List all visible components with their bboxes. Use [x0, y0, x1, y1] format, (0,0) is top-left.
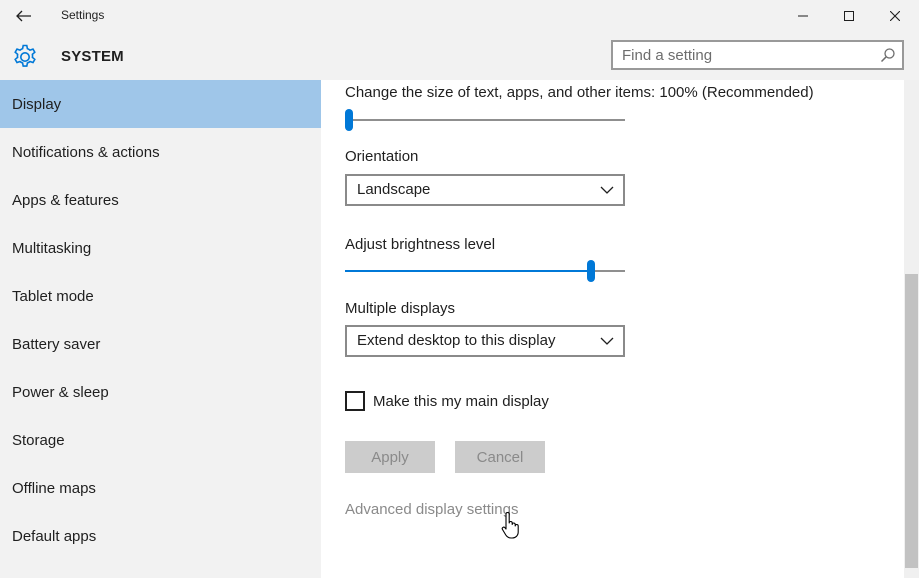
settings-header: SYSTEM: [0, 32, 919, 80]
multiple-displays-label: Multiple displays: [345, 300, 456, 317]
cancel-button-label: Cancel: [476, 448, 524, 466]
advanced-display-settings-link[interactable]: Advanced display settings: [345, 501, 518, 518]
scale-slider-track: [345, 119, 625, 121]
sidebar-item-label: Display: [12, 95, 62, 113]
minimize-button[interactable]: [780, 0, 826, 32]
close-button[interactable]: [872, 0, 918, 32]
sidebar-item-tablet-mode[interactable]: Tablet mode: [0, 272, 321, 320]
main-display-checkbox[interactable]: [345, 391, 365, 411]
search-icon[interactable]: [880, 47, 896, 63]
minimize-icon: [798, 15, 808, 17]
cancel-button[interactable]: Cancel: [455, 441, 545, 473]
close-icon: [890, 11, 900, 21]
search-box[interactable]: [611, 40, 904, 70]
sidebar-item-offline-maps[interactable]: Offline maps: [0, 464, 321, 512]
brightness-slider-fill: [345, 270, 591, 272]
chevron-down-icon: [600, 337, 614, 345]
sidebar-item-label: Tablet mode: [12, 287, 94, 305]
sidebar: Display Notifications & actions Apps & f…: [0, 80, 321, 578]
orientation-label: Orientation: [345, 148, 419, 165]
sidebar-item-label: Storage: [12, 431, 65, 449]
main-display-label[interactable]: Make this my main display: [373, 393, 549, 410]
sidebar-item-power-sleep[interactable]: Power & sleep: [0, 368, 321, 416]
sidebar-item-label: Apps & features: [12, 191, 119, 209]
apply-button[interactable]: Apply: [345, 441, 435, 473]
scale-slider-thumb[interactable]: [345, 109, 353, 131]
orientation-dropdown[interactable]: Landscape: [345, 174, 625, 206]
sidebar-item-multitasking[interactable]: Multitasking: [0, 224, 321, 272]
sidebar-item-display[interactable]: Display: [0, 80, 321, 128]
window-title: Settings: [61, 8, 105, 22]
scrollbar-thumb[interactable]: [905, 274, 918, 568]
sidebar-item-default-apps[interactable]: Default apps: [0, 512, 321, 560]
maximize-button[interactable]: [826, 0, 872, 32]
display-settings-panel: Change the size of text, apps, and other…: [321, 80, 904, 578]
back-button[interactable]: [8, 4, 40, 28]
brightness-slider[interactable]: [345, 260, 625, 282]
sidebar-item-storage[interactable]: Storage: [0, 416, 321, 464]
multiple-displays-value: Extend desktop to this display: [357, 332, 556, 349]
orientation-value: Landscape: [357, 181, 431, 198]
sidebar-item-notifications-actions[interactable]: Notifications & actions: [0, 128, 321, 176]
sidebar-item-label: Default apps: [12, 527, 97, 545]
sidebar-item-label: Notifications & actions: [12, 143, 160, 161]
back-arrow-icon: [16, 10, 31, 22]
title-bar: Settings: [0, 0, 919, 32]
sidebar-item-label: Multitasking: [12, 239, 92, 257]
brightness-slider-thumb[interactable]: [587, 260, 595, 282]
gear-icon: [14, 44, 36, 67]
sidebar-item-label: Battery saver: [12, 335, 101, 353]
multiple-displays-dropdown[interactable]: Extend desktop to this display: [345, 325, 625, 357]
search-input[interactable]: [613, 42, 872, 68]
sidebar-item-label: Offline maps: [12, 479, 96, 497]
scale-label: Change the size of text, apps, and other…: [345, 84, 814, 101]
scale-slider[interactable]: [345, 109, 625, 131]
settings-window: Settings SYSTEM Display No: [0, 0, 919, 578]
brightness-label: Adjust brightness level: [345, 236, 496, 253]
hand-cursor-icon: [501, 512, 519, 539]
sidebar-item-apps-features[interactable]: Apps & features: [0, 176, 321, 224]
content-scrollbar[interactable]: [904, 80, 919, 578]
sidebar-item-battery-saver[interactable]: Battery saver: [0, 320, 321, 368]
section-title: SYSTEM: [61, 48, 124, 65]
apply-button-label: Apply: [371, 448, 409, 466]
sidebar-item-label: Power & sleep: [12, 383, 109, 401]
chevron-down-icon: [600, 186, 614, 194]
maximize-icon: [844, 11, 854, 21]
